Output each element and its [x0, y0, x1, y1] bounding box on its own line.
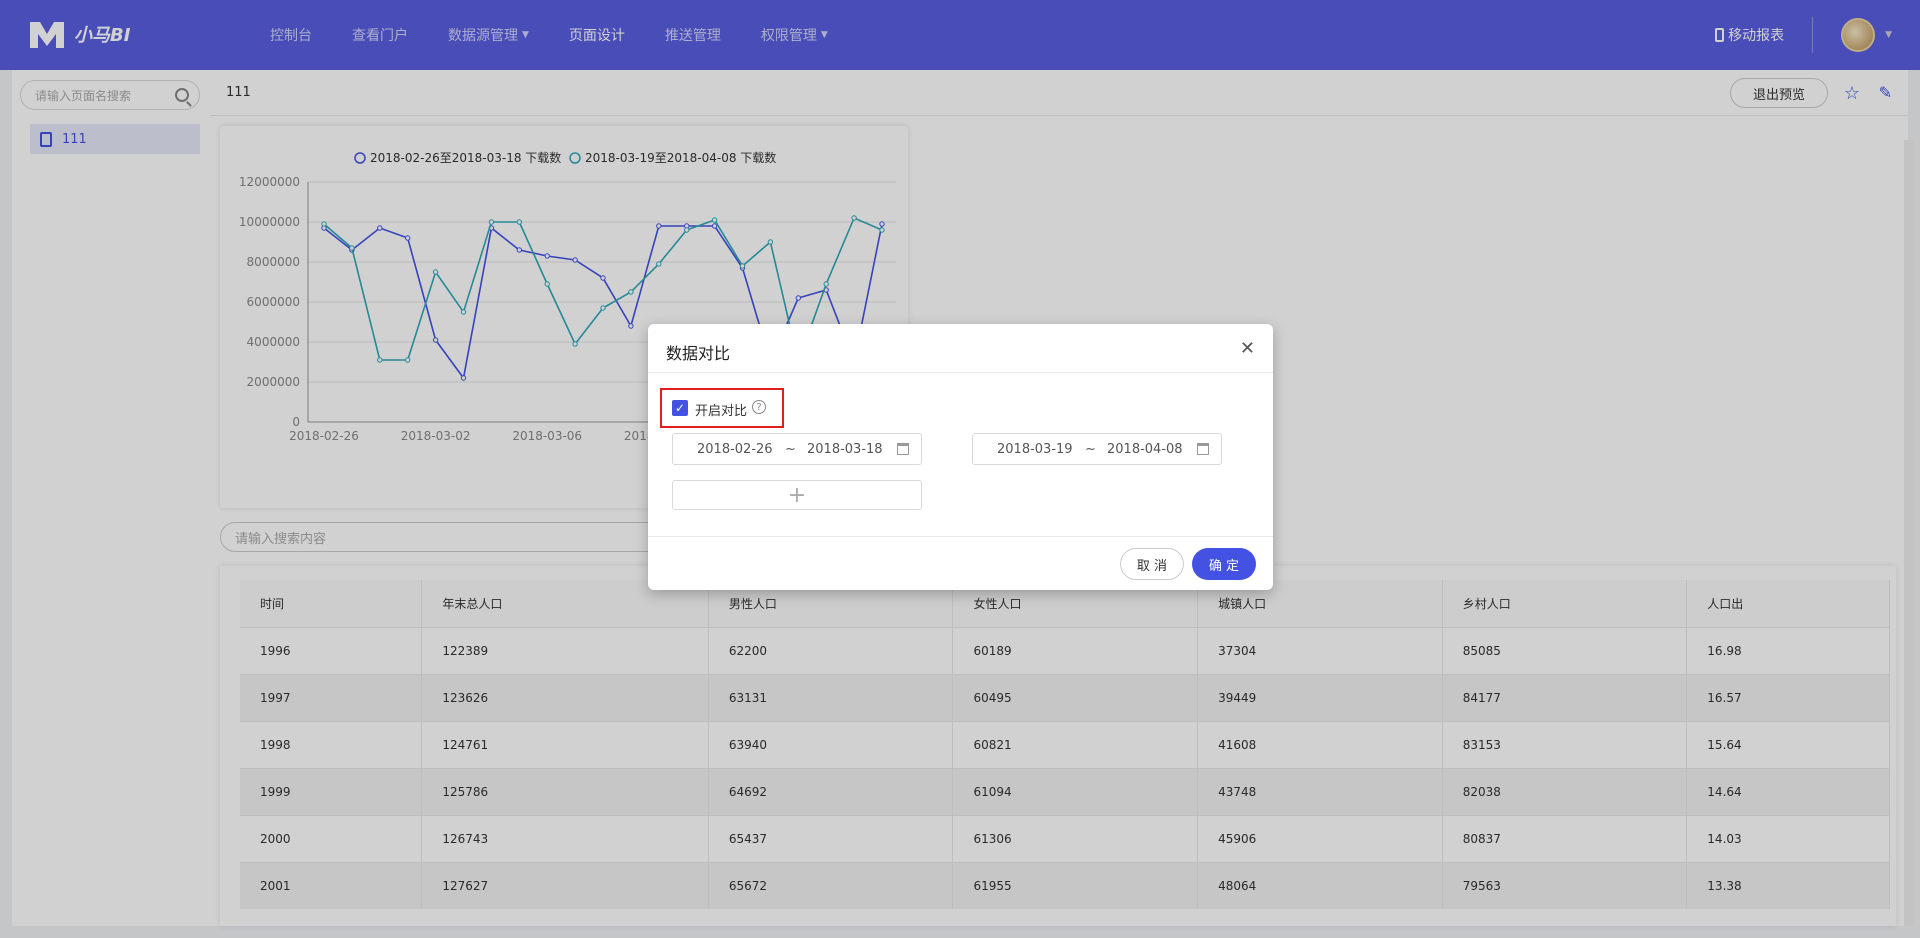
range2-start: 2018-03-19	[997, 441, 1073, 457]
dialog-title: 数据对比	[666, 344, 731, 363]
calendar-icon	[897, 443, 909, 455]
close-icon[interactable]: ✕	[1240, 338, 1255, 359]
range1-end: 2018-03-18	[807, 441, 883, 457]
range1-start: 2018-02-26	[697, 441, 773, 457]
cancel-button[interactable]: 取 消	[1120, 548, 1184, 580]
confirm-button[interactable]: 确 定	[1192, 548, 1256, 580]
enable-compare-checkbox[interactable]: ✓	[672, 400, 688, 416]
data-compare-dialog: 数据对比 ✕ ✓ 开启对比 ? 2018-02-26 ~ 2018-03-18 …	[648, 324, 1273, 590]
date-range-picker-2[interactable]: 2018-03-19 ~ 2018-04-08	[972, 433, 1222, 465]
enable-compare-label[interactable]: 开启对比	[695, 400, 747, 419]
calendar-icon	[1197, 443, 1209, 455]
range2-end: 2018-04-08	[1107, 441, 1183, 457]
range-separator: ~	[785, 441, 796, 457]
divider	[648, 372, 1273, 373]
add-range-button[interactable]: +	[672, 480, 922, 510]
divider	[648, 536, 1273, 537]
help-icon[interactable]: ?	[752, 400, 766, 414]
range-separator: ~	[1085, 441, 1096, 457]
date-range-picker-1[interactable]: 2018-02-26 ~ 2018-03-18	[672, 433, 922, 465]
